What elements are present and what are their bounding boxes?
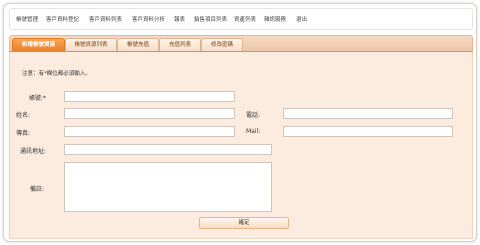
tab-account-list[interactable]: 帳號資源列表	[65, 38, 117, 51]
nav-item-account-management[interactable]: 帳號管理	[16, 15, 38, 23]
tab-add-account[interactable]: 新增帳號資源	[12, 38, 65, 51]
fax-input[interactable]	[64, 126, 235, 137]
nav-item-reports[interactable]: 報表	[174, 15, 185, 23]
nav-item-logout[interactable]: 退出	[296, 15, 307, 23]
app-window: 帳號管理 客戶資料登記 客戶資料列表 客戶資料分析 報表 銷售項目列表 資產列表…	[3, 3, 477, 242]
nav-item-services[interactable]: 雜訊服務	[264, 15, 286, 23]
address-label: 通訊地址:	[20, 148, 47, 155]
nav-item-customer-register[interactable]: 客戶資料登記	[46, 15, 79, 23]
tab-account-topup[interactable]: 帳號充值	[117, 38, 159, 51]
phone-label: 電話:	[246, 112, 261, 119]
nav-item-customer-list[interactable]: 客戶資料列表	[89, 15, 122, 23]
nav-item-customer-analysis[interactable]: 客戶資料分析	[132, 15, 165, 23]
submit-button[interactable]: 確定	[199, 217, 289, 229]
mail-input[interactable]	[283, 126, 453, 137]
mail-label: Mail:	[246, 128, 261, 135]
address-input[interactable]	[64, 144, 272, 155]
top-navigation: 帳號管理 客戶資料登記 客戶資料列表 客戶資料分析 報表 銷售項目列表 資產列表…	[9, 8, 473, 30]
tab-topup-list[interactable]: 充值列表	[159, 38, 201, 51]
tab-change-password[interactable]: 修改密碼	[201, 38, 243, 51]
phone-input[interactable]	[283, 108, 453, 119]
required-note: 注意：有*欄位都必須輸入。	[22, 71, 91, 77]
tab-bar: 新增帳號資源 帳號資源列表 帳號充值 充值列表 修改密碼	[9, 35, 473, 53]
fax-label: 傳真:	[16, 130, 31, 137]
account-input[interactable]	[64, 91, 235, 102]
name-input[interactable]	[64, 108, 235, 119]
nav-item-assets[interactable]: 資產列表	[234, 15, 256, 23]
name-label: 姓名:	[16, 112, 31, 119]
account-label: 帳號:*	[29, 95, 47, 102]
nav-item-sales-items[interactable]: 銷售項目列表	[194, 15, 227, 23]
remark-textarea[interactable]	[64, 162, 272, 212]
form-panel: 注意：有*欄位都必須輸入。 帳號:* 姓名: 電話: 傳真: Mail: 通訊地…	[9, 52, 473, 239]
remark-label: 備註:	[30, 186, 45, 193]
